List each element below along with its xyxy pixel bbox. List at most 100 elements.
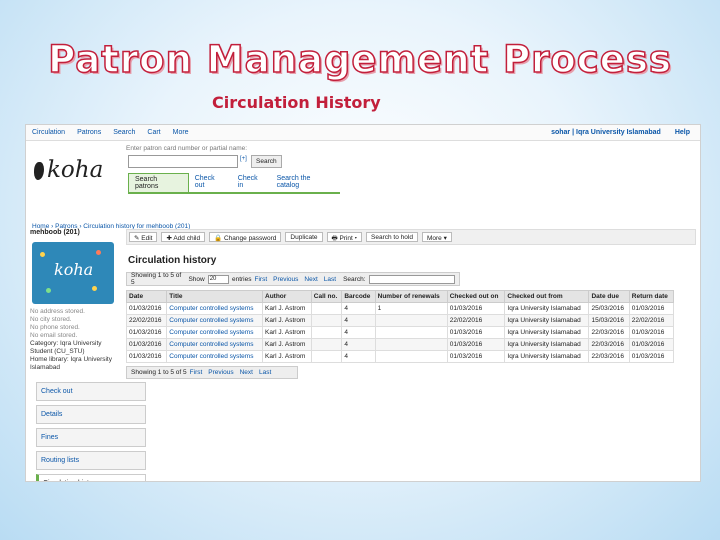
- menu-circulation-history[interactable]: Circulation history: [36, 474, 146, 481]
- change-password-button[interactable]: 🔒 Change password: [209, 232, 282, 242]
- menu-fines[interactable]: Fines: [36, 428, 146, 447]
- last-page-button-bottom[interactable]: Last: [259, 369, 271, 376]
- table-cell: Iqra University Islamabad: [504, 314, 590, 327]
- show-label: Show: [188, 275, 205, 283]
- expand-search-button[interactable]: [+]: [240, 156, 247, 162]
- patron-image-text: koha: [54, 260, 94, 279]
- table-cell: Karl J. Astrom: [262, 338, 312, 351]
- koha-logo[interactable]: koha: [34, 157, 103, 183]
- table-bottom-controls: Showing 1 to 5 of 5 First Previous Next …: [126, 366, 298, 379]
- page-size-select[interactable]: 20: [207, 274, 229, 284]
- table-cell: Karl J. Astrom: [262, 302, 312, 315]
- column-header[interactable]: Title: [166, 290, 263, 303]
- table-cell: [374, 326, 448, 339]
- patron-address: No address stored. No city stored. No ph…: [26, 306, 122, 374]
- tab-search-catalog[interactable]: Search the catalog: [271, 173, 340, 192]
- column-header[interactable]: Checked out from: [504, 290, 590, 303]
- search-to-hold-button[interactable]: Search to hold: [366, 232, 418, 242]
- table-search-input[interactable]: [368, 274, 456, 284]
- column-header[interactable]: Call no.: [310, 290, 343, 303]
- column-header[interactable]: Return date: [628, 290, 675, 303]
- patron-name: mehboob (201): [30, 229, 80, 236]
- previous-page-button-bottom[interactable]: Previous: [208, 369, 233, 376]
- table-cell: Iqra University Islamabad: [504, 350, 590, 363]
- last-page-button[interactable]: Last: [324, 276, 336, 283]
- no-email: No email stored.: [30, 332, 78, 339]
- menu-routing-lists[interactable]: Routing lists: [36, 451, 146, 470]
- edit-button[interactable]: ✎ Edit: [129, 232, 158, 242]
- column-header[interactable]: Date: [125, 290, 168, 303]
- column-header[interactable]: Number of renewals: [374, 290, 448, 303]
- table-cell: Karl J. Astrom: [262, 314, 312, 327]
- table-cell[interactable]: Computer controlled systems: [166, 338, 263, 351]
- patron-search-input[interactable]: [128, 155, 238, 168]
- table-row: 01/03/2016 Computer controlled systems Kar…: [125, 350, 675, 363]
- table-cell: 01/03/2016: [446, 326, 506, 339]
- nav-circulation[interactable]: Circulation: [32, 129, 65, 136]
- patron-category: Category: Iqra University: [30, 340, 102, 347]
- column-header[interactable]: Checked out on: [446, 290, 506, 303]
- column-header[interactable]: Author: [262, 290, 312, 303]
- table-cell[interactable]: Computer controlled systems: [166, 326, 263, 339]
- search-hint: Enter patron card number or partial name…: [126, 145, 248, 152]
- table-cell: 01/03/2016: [125, 338, 168, 351]
- print-button[interactable]: 🖶 Print ▾: [326, 232, 363, 242]
- table-cell: Iqra University Islamabad: [504, 326, 590, 339]
- column-header[interactable]: Barcode: [341, 290, 376, 303]
- logged-in-user[interactable]: sohar | Iqra University Islamabad: [551, 129, 661, 136]
- page-title: Circulation history: [128, 255, 217, 266]
- table-cell: 01/03/2016: [628, 326, 675, 339]
- nav-more[interactable]: More: [173, 129, 189, 136]
- previous-page-button[interactable]: Previous: [273, 276, 298, 283]
- next-page-button[interactable]: Next: [304, 276, 317, 283]
- koha-logo-icon: [34, 162, 44, 180]
- home-library: Home library: Iqra University: [30, 356, 112, 363]
- tab-check-in[interactable]: Check in: [232, 173, 271, 192]
- menu-details[interactable]: Details: [36, 405, 146, 424]
- search-button[interactable]: Search: [251, 155, 282, 168]
- menu-check-out[interactable]: Check out: [36, 382, 146, 401]
- nav-search[interactable]: Search: [113, 129, 135, 136]
- table-cell: [310, 350, 343, 363]
- table-row: 22/02/2016 Computer controlled systems Kar…: [125, 314, 675, 327]
- patron-toolbar: ✎ Edit ✚ Add child 🔒 Change password Dup…: [126, 229, 696, 245]
- add-child-button[interactable]: ✚ Add child: [161, 232, 206, 242]
- first-page-button[interactable]: First: [254, 276, 267, 283]
- table-cell: 01/03/2016: [125, 302, 168, 315]
- table-cell: 22/02/2016: [446, 314, 506, 327]
- table-cell: 1: [374, 302, 448, 315]
- decor-dot: [92, 286, 97, 291]
- table-cell: [310, 302, 343, 315]
- table-cell: 22/03/2016: [588, 338, 630, 351]
- table-cell: 4: [341, 338, 376, 351]
- first-page-button-bottom[interactable]: First: [190, 369, 203, 376]
- table-cell: [374, 338, 448, 351]
- table-cell: 4: [341, 314, 376, 327]
- table-cell[interactable]: Computer controlled systems: [166, 350, 263, 363]
- table-row: 01/03/2016 Computer controlled systems Kar…: [125, 302, 675, 315]
- tab-check-out[interactable]: Check out: [189, 173, 232, 192]
- patron-menu: Check out Details Fines Routing lists Ci…: [26, 382, 146, 481]
- table-cell: [374, 350, 448, 363]
- search-mode-tabs: Search patrons Check out Check in Search…: [128, 173, 340, 194]
- nav-cart[interactable]: Cart: [147, 129, 160, 136]
- more-button[interactable]: More ▾: [421, 232, 452, 242]
- decor-dot: [40, 252, 45, 257]
- column-header[interactable]: Date due: [588, 290, 630, 303]
- patron-sidebar: mehboob (201) koha No address stored. No…: [26, 225, 146, 481]
- table-cell: [310, 326, 343, 339]
- no-phone: No phone stored.: [30, 324, 80, 331]
- main-content: ✎ Edit ✚ Add child 🔒 Change password Dup…: [125, 229, 696, 379]
- table-cell: 25/03/2016: [588, 302, 630, 315]
- tab-search-patrons[interactable]: Search patrons: [128, 173, 189, 192]
- next-page-button-bottom[interactable]: Next: [240, 369, 253, 376]
- table-controls: Showing 1 to 5 of 5 Show 20 entries Firs…: [126, 272, 460, 286]
- circulation-history-table: Date Title Author Call no. Barcode Number of …: [125, 290, 675, 363]
- table-cell[interactable]: Computer controlled systems: [166, 314, 263, 327]
- table-cell[interactable]: Computer controlled systems: [166, 302, 263, 315]
- help-link[interactable]: Help: [675, 129, 690, 136]
- nav-patrons[interactable]: Patrons: [77, 129, 101, 136]
- table-cell: 01/03/2016: [125, 326, 168, 339]
- table-header-row: Date Title Author Call no. Barcode Number of …: [125, 290, 675, 303]
- duplicate-button[interactable]: Duplicate: [285, 232, 323, 242]
